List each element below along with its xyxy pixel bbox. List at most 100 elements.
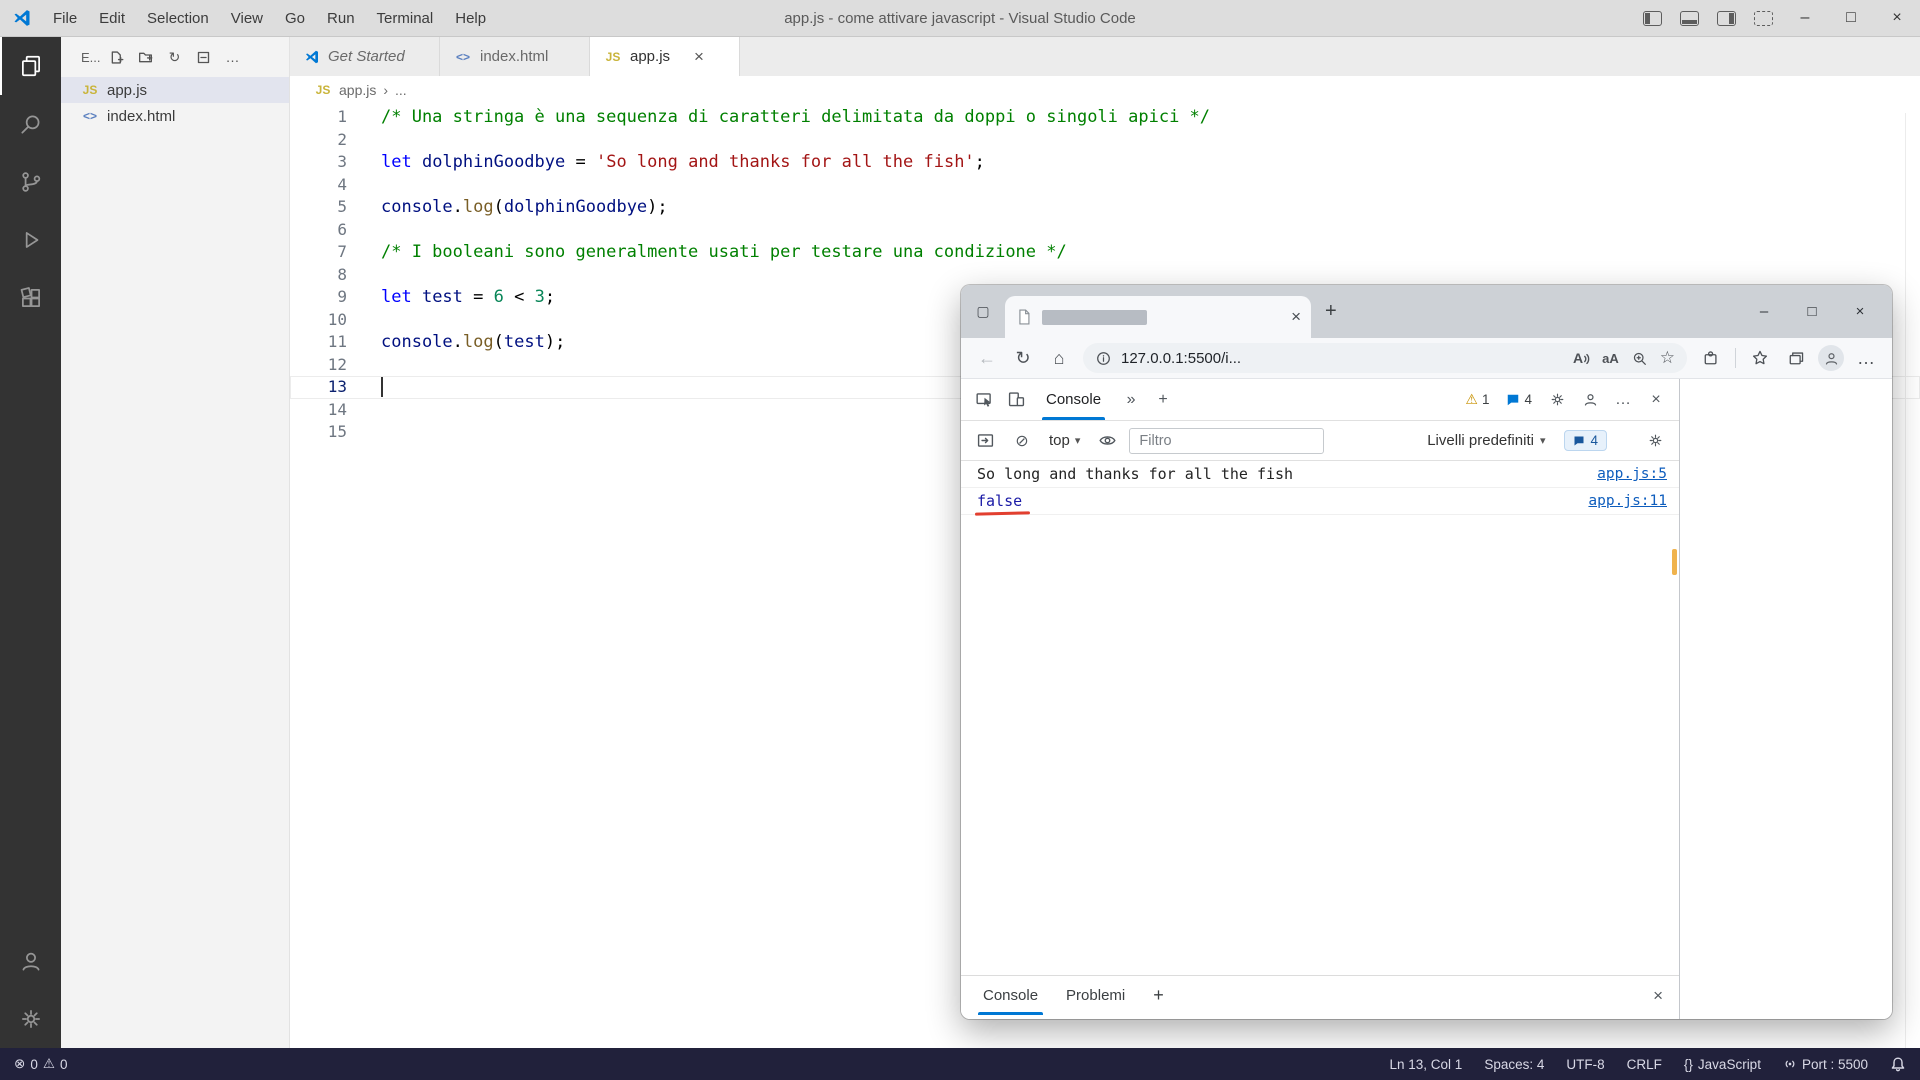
console-settings-icon[interactable]	[1640, 427, 1670, 455]
menu-selection[interactable]: Selection	[136, 0, 220, 37]
drawer-tab-problemi[interactable]: Problemi	[1052, 976, 1139, 1015]
menu-help[interactable]: Help	[444, 0, 497, 37]
menu-terminal[interactable]: Terminal	[366, 0, 445, 37]
notifications-bell-icon[interactable]	[1890, 1056, 1906, 1072]
refresh-icon[interactable]: ↻	[1007, 342, 1039, 374]
menu-go[interactable]: Go	[274, 0, 316, 37]
collections-icon[interactable]	[1780, 342, 1812, 374]
breadcrumb[interactable]: JS app.js › ...	[290, 76, 1920, 104]
zoom-icon[interactable]	[1631, 350, 1648, 367]
collapse-folders-icon[interactable]	[196, 49, 212, 65]
breadcrumb-file[interactable]: app.js	[339, 82, 376, 98]
editor-tab-index.html[interactable]: <> index.html	[440, 37, 590, 76]
language-mode[interactable]: {} JavaScript	[1684, 1057, 1761, 1072]
log-levels-dropdown[interactable]: Livelli predefiniti ▾	[1423, 430, 1549, 451]
vscode-close-button[interactable]: ×	[1874, 0, 1920, 36]
toggle-panel-icon[interactable]	[1680, 11, 1699, 26]
explorer-icon[interactable]	[0, 37, 61, 95]
editor-tab-app.js[interactable]: JSapp.js×	[590, 37, 740, 76]
url-text[interactable]: 127.0.0.1:5500/i...	[1121, 350, 1241, 367]
new-tab-icon[interactable]: +	[1325, 300, 1337, 323]
more-tools-tabs-icon[interactable]: »	[1116, 386, 1146, 414]
device-toolbar-icon[interactable]	[1001, 386, 1031, 414]
devtools-tab-console[interactable]: Console	[1033, 379, 1114, 420]
site-info-icon[interactable]	[1095, 350, 1112, 367]
toggle-secondary-sidebar-icon[interactable]	[1717, 11, 1736, 26]
problems-indicator[interactable]: ⊗ 0 ⚠ 0	[14, 1056, 67, 1072]
live-server-port[interactable]: Port : 5500	[1783, 1057, 1868, 1072]
live-expression-eye-icon[interactable]	[1092, 427, 1122, 455]
page-viewport[interactable]	[1680, 379, 1892, 1019]
menu-run[interactable]: Run	[316, 0, 366, 37]
editor-tab-get-started[interactable]: Get Started	[290, 37, 440, 76]
messages-badge[interactable]: 4	[1499, 390, 1539, 409]
file-app.js[interactable]: JSapp.js	[61, 77, 289, 103]
eol-sequence[interactable]: CRLF	[1627, 1057, 1662, 1072]
breadcrumb-more[interactable]: ...	[395, 82, 407, 98]
toggle-sidebar-icon[interactable]	[1643, 11, 1662, 26]
menu-edit[interactable]: Edit	[88, 0, 136, 37]
devtools-settings-icon[interactable]	[1542, 386, 1572, 414]
browser-tab[interactable]: ×	[1005, 296, 1311, 338]
run-debug-icon[interactable]	[0, 211, 61, 269]
new-file-icon[interactable]	[109, 49, 125, 65]
back-icon[interactable]: ←	[971, 342, 1003, 374]
tab-close-icon[interactable]: ×	[1291, 307, 1301, 327]
context-selector[interactable]: top ▾	[1044, 430, 1085, 451]
favorites-bar-icon[interactable]	[1744, 342, 1776, 374]
browser-minimize-button[interactable]: –	[1740, 294, 1788, 330]
views-more-icon[interactable]: …	[225, 49, 241, 65]
drawer-add-icon[interactable]: +	[1147, 985, 1170, 1006]
vscode-maximize-button[interactable]: □	[1828, 0, 1874, 36]
menu-file[interactable]: File	[42, 0, 88, 37]
drawer-tab-console[interactable]: Console	[969, 976, 1052, 1015]
devtools-more-icon[interactable]: …	[1608, 386, 1638, 414]
home-icon[interactable]: ⌂	[1043, 342, 1075, 374]
clear-console-icon[interactable]: ⊘	[1007, 427, 1037, 455]
add-tool-icon[interactable]: +	[1148, 386, 1178, 414]
cursor-position[interactable]: Ln 13, Col 1	[1390, 1057, 1463, 1072]
browser-more-icon[interactable]: …	[1850, 342, 1882, 374]
refresh-explorer-icon[interactable]: ↻	[167, 49, 183, 65]
browser-close-button[interactable]: ×	[1836, 294, 1884, 330]
search-icon[interactable]	[0, 95, 61, 153]
drawer-close-icon[interactable]: ×	[1645, 986, 1671, 1006]
inspect-element-icon[interactable]	[969, 386, 999, 414]
customize-layout-icon[interactable]	[1754, 11, 1773, 26]
extensions-icon[interactable]	[0, 269, 61, 327]
encoding[interactable]: UTF-8	[1566, 1057, 1604, 1072]
source-link[interactable]: app.js:11	[1588, 493, 1667, 509]
settings-gear-icon[interactable]	[0, 990, 61, 1048]
console-message-text: false	[977, 492, 1022, 510]
read-aloud-icon[interactable]: A	[1573, 350, 1590, 366]
vscode-minimize-button[interactable]: –	[1782, 0, 1828, 36]
menu-view[interactable]: View	[220, 0, 274, 37]
translate-icon[interactable]: aA	[1602, 351, 1619, 366]
html-file-icon: <>	[454, 50, 472, 64]
tab-close-icon[interactable]: ×	[694, 47, 704, 67]
address-bar[interactable]: 127.0.0.1:5500/i... A aA ☆	[1083, 343, 1687, 373]
file-index.html[interactable]: <>index.html	[61, 103, 289, 129]
indentation[interactable]: Spaces: 4	[1484, 1057, 1544, 1072]
warnings-badge[interactable]: ⚠ 1	[1458, 389, 1496, 410]
page-favicon	[1015, 308, 1033, 326]
tab-actions-icon[interactable]: ▢	[969, 298, 997, 326]
devtools-close-icon[interactable]: ×	[1641, 386, 1671, 414]
tab-label: index.html	[480, 48, 548, 65]
accounts-icon[interactable]	[0, 932, 61, 990]
messages-count-pill[interactable]: 4	[1564, 430, 1607, 451]
editor-tabs: Get Started <> index.html JSapp.js×	[290, 37, 1920, 76]
feedback-icon[interactable]	[1575, 386, 1605, 414]
source-control-icon[interactable]	[0, 153, 61, 211]
code-line-8: 8	[290, 264, 1920, 287]
line-number: 10	[290, 309, 381, 332]
profile-avatar[interactable]	[1818, 345, 1844, 371]
new-folder-icon[interactable]	[138, 49, 154, 65]
browser-maximize-button[interactable]: □	[1788, 294, 1836, 330]
add-favorite-icon[interactable]: ☆	[1660, 348, 1675, 368]
line-number: 2	[290, 129, 381, 152]
console-sidebar-icon[interactable]	[970, 427, 1000, 455]
browser-extensions-icon[interactable]	[1695, 342, 1727, 374]
console-filter-input[interactable]	[1129, 428, 1324, 454]
source-link[interactable]: app.js:5	[1597, 466, 1667, 482]
